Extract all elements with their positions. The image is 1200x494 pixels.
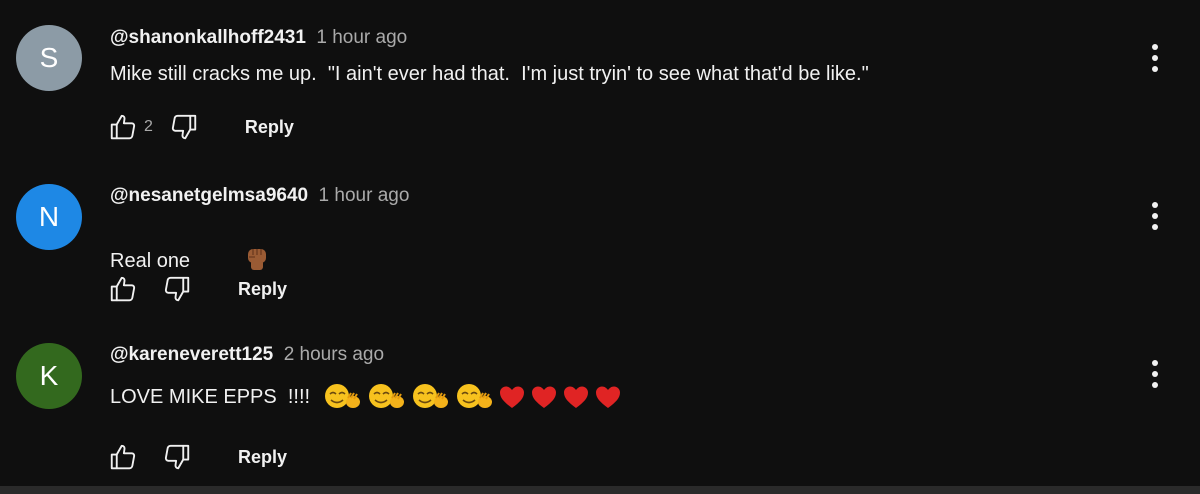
- emoji-row: [322, 382, 622, 412]
- red-heart-emoji-icon: [596, 386, 621, 408]
- comment-text: LOVE MIKE EPPS !!!!: [110, 382, 622, 412]
- waving-face-emoji-icon: [413, 384, 449, 408]
- waving-face-emoji-icon: [325, 384, 361, 408]
- comment-time[interactable]: 1 hour ago: [319, 185, 410, 206]
- thumbs-up-icon: [110, 276, 136, 302]
- more-vertical-icon: [1152, 202, 1158, 230]
- waving-face-emoji-icon: [369, 384, 405, 408]
- dislike-button[interactable]: [160, 272, 194, 306]
- avatar-letter: S: [39, 42, 59, 73]
- thumbs-down-icon: [164, 276, 190, 302]
- reply-button[interactable]: Reply: [245, 117, 294, 138]
- comment-actions: Reply: [106, 440, 287, 474]
- comment-header: @kareneverett125 2 hours ago: [110, 344, 384, 366]
- comment-text-content: LOVE MIKE EPPS !!!!: [110, 385, 311, 408]
- red-heart-emoji-icon: [500, 386, 525, 408]
- more-vertical-icon: [1152, 44, 1158, 72]
- red-heart-emoji-icon: [532, 386, 557, 408]
- reply-button[interactable]: Reply: [238, 279, 287, 300]
- comment-author[interactable]: @kareneverett125: [110, 344, 273, 365]
- comment-item: N @nesanetgelmsa9640 1 hour ago Real one: [0, 160, 1200, 320]
- comment-time[interactable]: 1 hour ago: [316, 27, 407, 48]
- comments-section: S @shanonkallhoff2431 1 hour ago Mike st…: [0, 0, 1200, 486]
- avatar-letter: N: [38, 201, 60, 232]
- avatar-letter: K: [39, 360, 59, 391]
- waving-face-emoji-icon: [457, 384, 493, 408]
- avatar[interactable]: S: [16, 25, 82, 91]
- thumbs-down-icon: [171, 114, 197, 140]
- comment-text-content: Real one: [110, 249, 191, 272]
- avatar[interactable]: N: [16, 184, 82, 250]
- comment-item: K @kareneverett125 2 hours ago LOVE MIKE…: [0, 318, 1200, 478]
- like-button[interactable]: [106, 272, 140, 306]
- dislike-button[interactable]: [167, 110, 201, 144]
- comment-header: @shanonkallhoff2431 1 hour ago: [110, 27, 407, 49]
- like-count: 2: [144, 118, 153, 135]
- thumbs-up-icon: [110, 444, 136, 470]
- comment-item: S @shanonkallhoff2431 1 hour ago Mike st…: [0, 0, 1200, 160]
- bottom-divider: [0, 486, 1200, 494]
- dislike-button[interactable]: [160, 440, 194, 474]
- thumbs-down-icon: [164, 444, 190, 470]
- comment-time[interactable]: 2 hours ago: [284, 344, 384, 365]
- like-button[interactable]: [106, 110, 140, 144]
- red-heart-emoji-icon: [564, 386, 589, 408]
- like-button[interactable]: [106, 440, 140, 474]
- comment-header: @nesanetgelmsa9640 1 hour ago: [110, 185, 409, 207]
- comment-text-content: Mike still cracks me up. "I ain't ever h…: [110, 63, 869, 85]
- comment-author[interactable]: @nesanetgelmsa9640: [110, 185, 308, 206]
- thumbs-up-icon: [110, 114, 136, 140]
- avatar[interactable]: K: [16, 343, 82, 409]
- comment-text: Mike still cracks me up. "I ain't ever h…: [110, 63, 869, 86]
- comment-author[interactable]: @shanonkallhoff2431: [110, 27, 306, 48]
- comment-actions: Reply: [106, 272, 287, 306]
- comment-menu-button[interactable]: [1140, 356, 1170, 392]
- reply-button[interactable]: Reply: [238, 447, 287, 468]
- more-vertical-icon: [1152, 360, 1158, 388]
- comment-menu-button[interactable]: [1140, 40, 1170, 76]
- comment-menu-button[interactable]: [1140, 198, 1170, 234]
- comment-actions: 2 Reply: [106, 110, 294, 144]
